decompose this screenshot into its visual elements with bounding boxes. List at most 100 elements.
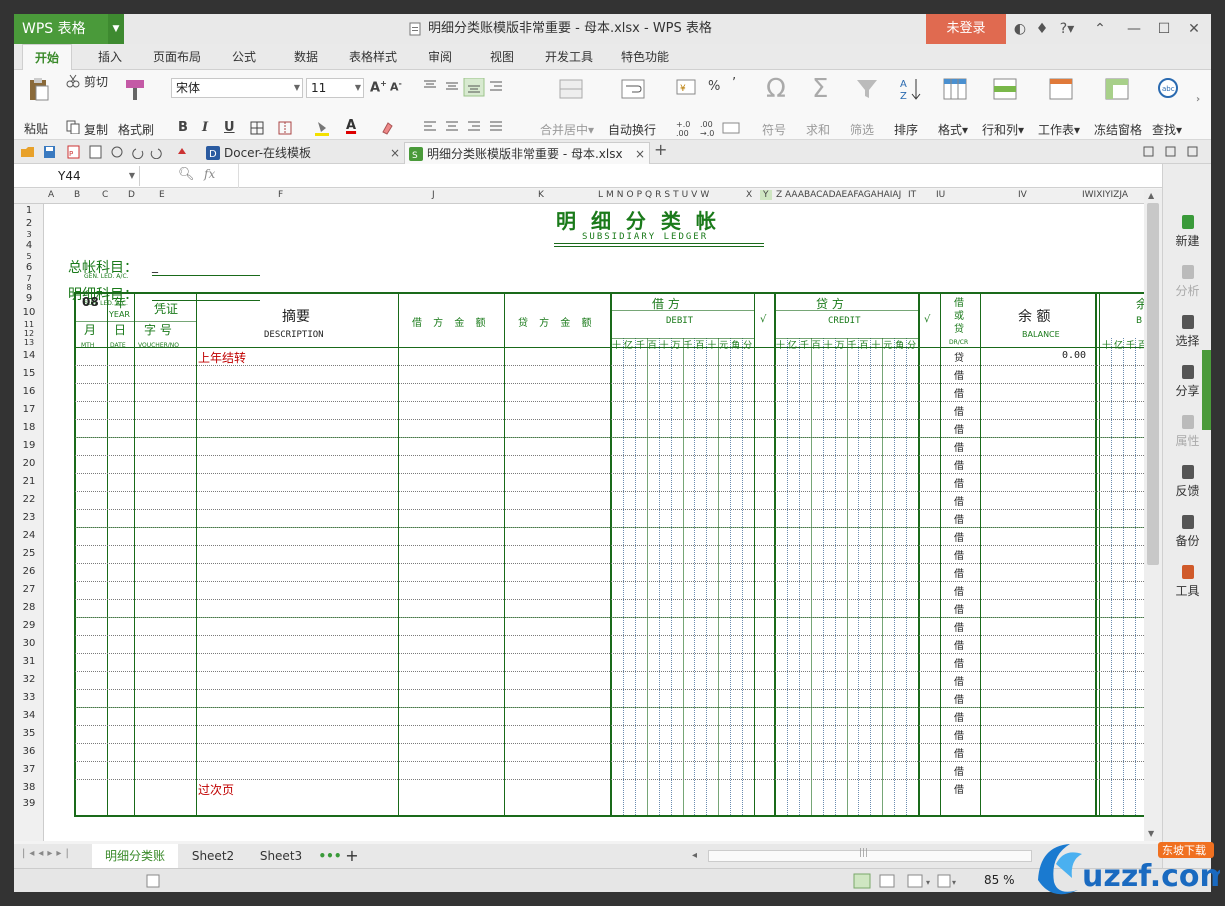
sheet-tab-3[interactable]: Sheet3 [248, 844, 314, 868]
zoom-level[interactable]: 85 % [984, 873, 1015, 887]
panel-item-tools[interactable]: 工具 [1163, 564, 1211, 599]
col-header[interactable]: B [74, 190, 80, 200]
tab-formula[interactable]: 公式 [222, 44, 266, 70]
dr-cr-cell[interactable]: 借 [954, 403, 964, 418]
login-button[interactable]: 未登录 [926, 14, 1006, 44]
table-row[interactable] [75, 761, 1144, 779]
comma-style-icon[interactable]: ’ [732, 76, 736, 91]
col-header[interactable]: IU [936, 190, 945, 200]
gen-ledger-value[interactable]: _ [152, 259, 158, 273]
filter-button[interactable]: 筛选 [850, 121, 874, 138]
worksheet-button[interactable]: 工作表▾ [1038, 121, 1080, 138]
col-header[interactable]: J [432, 190, 435, 200]
row-header[interactable]: 4 [14, 239, 44, 252]
function-icon[interactable]: fx [204, 167, 215, 181]
row-header[interactable]: 9 [14, 292, 44, 306]
copy-icon[interactable] [66, 120, 80, 134]
sort-button[interactable]: 排序 [894, 121, 918, 138]
cut-icon[interactable] [66, 74, 80, 88]
col-header[interactable]: E [159, 190, 165, 200]
row-header[interactable]: 33 [14, 689, 44, 707]
close-tab-icon[interactable]: × [635, 143, 645, 165]
dr-cr-cell[interactable]: 借 [954, 781, 964, 796]
row-header[interactable]: 18 [14, 419, 44, 437]
tab-insert[interactable]: 插入 [88, 44, 132, 70]
bold-button[interactable]: B [178, 120, 188, 135]
paste-icon[interactable] [26, 76, 52, 102]
description-cell[interactable]: 过次页 [198, 781, 234, 798]
hscroll-left-icon[interactable]: ◂ [692, 850, 697, 861]
row-header[interactable]: 19 [14, 437, 44, 455]
row-header[interactable]: 21 [14, 473, 44, 491]
tab-developer[interactable]: 开发工具 [536, 44, 602, 70]
row-header[interactable]: 31 [14, 653, 44, 671]
table-row[interactable] [75, 491, 1144, 509]
shirt-icon[interactable]: ♦ [1032, 14, 1052, 44]
wrap-text-button[interactable]: 自动换行 [608, 121, 656, 138]
row-header[interactable]: 7 [14, 274, 44, 283]
symbol-button[interactable]: 符号 [762, 121, 786, 138]
row-header[interactable]: 34 [14, 707, 44, 725]
skin-icon[interactable]: ◐ [1010, 14, 1030, 44]
balance-cell[interactable]: 0.00 [1062, 350, 1086, 361]
row-header[interactable]: 26 [14, 563, 44, 581]
row-header[interactable]: 25 [14, 545, 44, 563]
panel-item-new[interactable]: 新建 [1163, 214, 1211, 249]
row-header[interactable]: 14 [14, 347, 44, 365]
scroll-up-icon[interactable]: ▲ [1148, 191, 1154, 200]
description-cell[interactable]: 上年结转 [198, 349, 246, 366]
merge-center-icon[interactable] [558, 76, 584, 102]
dr-cr-cell[interactable]: 借 [954, 745, 964, 760]
italic-button[interactable]: I [202, 120, 208, 135]
table-row[interactable] [75, 473, 1144, 491]
ribbon-scroll-icon[interactable]: › [1196, 94, 1200, 105]
dr-cr-cell[interactable]: 贷 [954, 349, 964, 364]
rows-cols-icon[interactable] [992, 76, 1018, 102]
new-tab-icon[interactable]: + [654, 140, 667, 159]
col-header-group[interactable]: LMNOPQRSTUVW [598, 190, 712, 200]
col-header[interactable]: Z [776, 190, 782, 200]
cell-border-icon[interactable] [278, 121, 292, 135]
quick-access-icons[interactable]: P [20, 145, 190, 159]
dr-cr-cell[interactable]: 借 [954, 655, 964, 670]
col-header[interactable]: IV [1018, 190, 1027, 200]
col-header-group[interactable]: AAABACADAEAFAGAHAIAJ [785, 190, 901, 200]
freeze-panes-icon[interactable] [1104, 76, 1130, 102]
table-row[interactable] [75, 437, 1144, 455]
col-header[interactable]: C [102, 190, 108, 200]
table-row[interactable] [75, 563, 1144, 581]
row-header[interactable]: 24 [14, 527, 44, 545]
row-header[interactable]: 20 [14, 455, 44, 473]
merge-center-button[interactable]: 合并居中▾ [540, 121, 594, 138]
row-header[interactable]: 37 [14, 761, 44, 779]
page-icon[interactable] [146, 874, 160, 888]
panel-collapse-handle[interactable] [1202, 350, 1211, 430]
table-row[interactable] [75, 509, 1144, 527]
tab-review[interactable]: 审阅 [418, 44, 462, 70]
add-sheet-icon[interactable]: + [342, 844, 362, 868]
maximize-icon[interactable]: ☐ [1152, 14, 1176, 44]
dr-cr-cell[interactable]: 借 [954, 475, 964, 490]
row-header[interactable]: 29 [14, 617, 44, 635]
table-row[interactable] [75, 599, 1144, 617]
table-row[interactable] [75, 455, 1144, 473]
dr-cr-cell[interactable]: 借 [954, 601, 964, 616]
col-header[interactable]: K [538, 190, 544, 200]
panel-item-feedback[interactable]: 反馈 [1163, 464, 1211, 499]
wrap-text-icon[interactable] [620, 76, 646, 102]
font-family-select[interactable]: 宋体 ▼ [171, 78, 303, 98]
col-header-selected[interactable]: Y [760, 190, 772, 200]
dr-cr-cell[interactable]: 借 [954, 367, 964, 382]
symbol-icon[interactable]: Ω [766, 74, 786, 104]
find-button[interactable]: 查找▾ [1152, 121, 1182, 138]
row-header[interactable]: 35 [14, 725, 44, 743]
table-row[interactable] [75, 365, 1144, 383]
dr-cr-cell[interactable]: 借 [954, 493, 964, 508]
row-header[interactable]: 1 [14, 204, 44, 217]
sheet-nav-icons[interactable]: |◂◂▸▸| [22, 848, 73, 859]
row-header[interactable]: 12 [14, 329, 44, 338]
row-header[interactable]: 36 [14, 743, 44, 761]
freeze-panes-button[interactable]: 冻结窗格 [1094, 121, 1142, 138]
name-box[interactable]: Y44 ▼ [14, 166, 140, 186]
more-sheets-icon[interactable]: ••• [318, 844, 342, 868]
